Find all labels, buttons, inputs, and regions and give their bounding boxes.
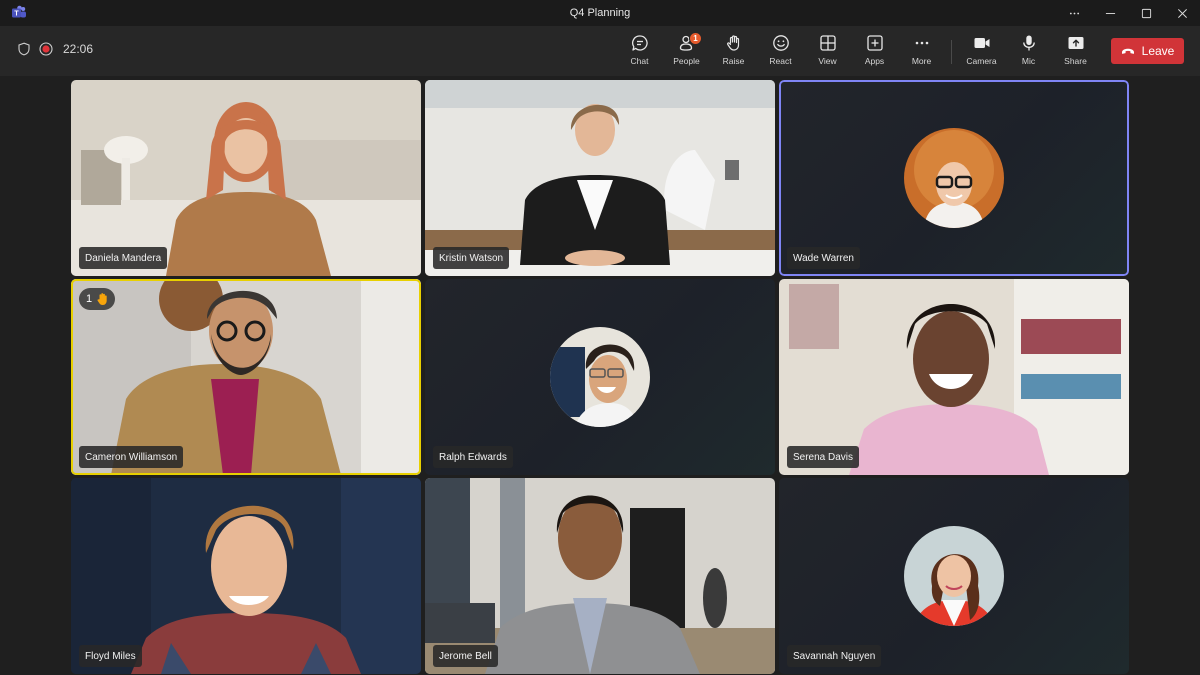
participant-tile[interactable]: Kristin Watson	[425, 80, 775, 276]
people-count-badge: 1	[689, 32, 702, 45]
participant-tile[interactable]: Floyd Miles	[71, 478, 421, 674]
apps-plus-icon	[866, 35, 883, 51]
react-button[interactable]: React	[757, 34, 804, 70]
hand-raise-order: 1	[86, 293, 93, 305]
window-controls	[1056, 0, 1200, 26]
camera-icon	[974, 38, 989, 48]
participant-tile[interactable]: Serena Davis	[779, 279, 1129, 475]
participant-tile[interactable]: Ralph Edwards	[425, 279, 775, 475]
apps-button[interactable]: Apps	[851, 34, 898, 70]
ellipsis-icon	[915, 41, 928, 45]
leave-button[interactable]: Leave	[1111, 38, 1184, 64]
participant-avatar	[904, 128, 1004, 228]
meeting-timer: 22:06	[63, 42, 94, 56]
people-label: People	[673, 56, 700, 66]
minimize-button[interactable]	[1092, 0, 1128, 26]
raise-label: Raise	[722, 56, 745, 66]
mic-button[interactable]: Mic	[1005, 34, 1052, 70]
react-label: React	[769, 56, 792, 66]
maximize-icon	[1141, 8, 1151, 18]
chat-label: Chat	[630, 56, 649, 66]
chat-icon	[631, 35, 648, 51]
grid-view-icon	[819, 35, 836, 51]
view-label: View	[818, 56, 837, 66]
view-button[interactable]: View	[804, 34, 851, 70]
participant-avatar	[904, 526, 1004, 626]
title-bar: T Q4 Planning	[0, 0, 1200, 26]
participant-name: Floyd Miles	[79, 645, 142, 667]
participant-tile[interactable]: Jerome Bell	[425, 478, 775, 674]
minimize-icon	[1105, 12, 1115, 14]
participant-name: Ralph Edwards	[433, 446, 513, 468]
camera-label: Camera	[966, 56, 997, 66]
media-controls: Camera Mic Share	[958, 34, 1099, 70]
hang-up-icon	[1121, 48, 1134, 54]
share-screen-icon	[1068, 37, 1083, 49]
video-gallery: Daniela Mandera Kristin Watson Wade Warr…	[0, 76, 1200, 675]
participant-tile[interactable]: Savannah Nguyen	[779, 478, 1129, 674]
meeting-toolbar: 22:06 Chat 1 People Raise React View App…	[0, 26, 1200, 76]
more-button[interactable]: More	[898, 34, 945, 70]
chat-button[interactable]: Chat	[616, 34, 663, 70]
participant-avatar	[550, 327, 650, 427]
participant-name: Cameron Williamson	[79, 446, 184, 468]
avatar-image	[904, 128, 1004, 228]
raised-hand-badge: 1	[79, 288, 116, 310]
participant-name: Jerome Bell	[433, 645, 498, 667]
participant-name: Wade Warren	[787, 247, 860, 269]
camera-button[interactable]: Camera	[958, 34, 1005, 70]
microphone-icon	[1022, 35, 1035, 51]
meeting-status: 22:06	[17, 42, 93, 56]
more-label: More	[911, 56, 932, 66]
raise-hand-button[interactable]: Raise	[710, 34, 757, 70]
close-button[interactable]	[1164, 0, 1200, 26]
window-title: Q4 Planning	[569, 7, 631, 19]
maximize-button[interactable]	[1128, 0, 1164, 26]
participant-name: Serena Davis	[787, 446, 860, 468]
ellipsis-icon	[1069, 12, 1079, 14]
participant-name: Savannah Nguyen	[787, 645, 882, 667]
window-more-button[interactable]	[1056, 0, 1092, 26]
participant-tile[interactable]: 1 Cameron Williamson	[71, 279, 421, 475]
apps-label: Apps	[864, 56, 885, 66]
avatar-image	[550, 327, 650, 427]
smiley-icon	[772, 35, 789, 51]
leave-label: Leave	[1141, 44, 1175, 58]
recording-icon	[39, 42, 53, 56]
toolbar-divider	[951, 40, 952, 64]
shield-icon[interactable]	[17, 42, 31, 56]
raised-hand-icon	[97, 293, 107, 305]
participant-name: Kristin Watson	[433, 247, 510, 269]
close-icon	[1177, 8, 1187, 18]
meeting-actions: Chat 1 People Raise React View Apps More	[616, 32, 945, 70]
share-label: Share	[1064, 56, 1087, 66]
avatar-image	[904, 526, 1004, 626]
share-button[interactable]: Share	[1052, 34, 1099, 70]
participant-name: Daniela Mandera	[79, 247, 168, 269]
participant-tile[interactable]: Wade Warren	[779, 80, 1129, 276]
mic-label: Mic	[1021, 56, 1036, 66]
participant-tile[interactable]: Daniela Mandera	[71, 80, 421, 276]
people-button[interactable]: 1 People	[663, 32, 710, 70]
raise-hand-icon	[726, 35, 739, 51]
